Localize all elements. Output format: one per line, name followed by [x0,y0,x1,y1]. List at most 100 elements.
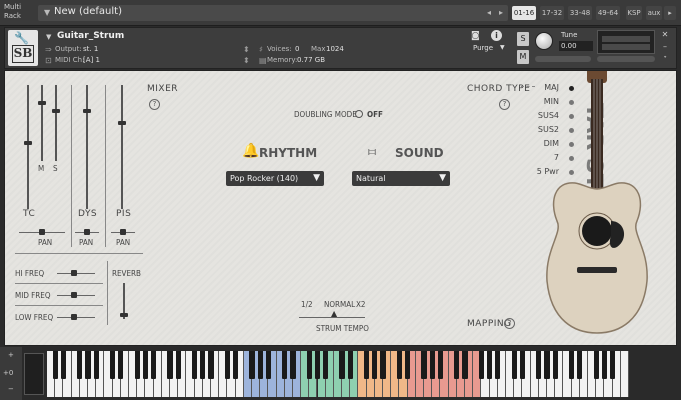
black-key[interactable] [577,351,583,379]
black-key[interactable] [495,351,501,379]
black-key[interactable] [249,351,255,379]
ksp-button[interactable]: KSP [626,6,642,20]
black-key[interactable] [478,351,485,379]
octave-down-button[interactable]: − [8,385,14,393]
tc-sub-fader-handle[interactable] [52,109,60,113]
volume-slider[interactable] [597,56,655,62]
max-value[interactable]: 1024 [326,45,344,53]
black-key[interactable] [142,351,148,379]
close-icon[interactable]: ✕ [659,30,671,40]
collapse-arrow-icon[interactable]: ▼ [46,33,51,41]
black-key[interactable] [609,351,616,379]
expand-icon[interactable]: ▸ [664,6,676,20]
black-key[interactable] [552,351,558,379]
black-key[interactable] [544,351,550,379]
mute-button[interactable]: M [517,50,529,64]
tc-fader-handle[interactable] [24,141,32,145]
sound-dropdown[interactable]: Natural ▼ [352,171,450,186]
black-key[interactable] [511,351,517,379]
instrument-logo[interactable]: 🔧 SB [8,30,38,66]
black-key[interactable] [224,351,230,379]
dys-pan-handle[interactable] [84,229,90,235]
doubling-mode-radio[interactable] [355,110,363,118]
black-key[interactable] [257,351,263,379]
chord-maj-dot[interactable] [569,86,574,91]
pis-pan-handle[interactable] [120,229,126,235]
black-key[interactable] [323,351,329,379]
mid-freq-handle[interactable] [71,292,77,298]
black-key[interactable] [347,351,353,379]
tune-knob[interactable] [535,32,553,50]
minimize-icon[interactable]: – [659,42,671,52]
aux-panel-icon[interactable]: ᐩ [659,54,671,64]
strum-tempo-handle[interactable]: ▲ [331,309,337,318]
tc-pan-handle[interactable] [39,229,45,235]
reverb-fader-handle[interactable] [120,313,128,317]
chord-5pwr-dot[interactable] [569,170,574,175]
info-icon[interactable]: i [491,30,502,41]
chord-dim-dot[interactable] [569,142,574,147]
black-key[interactable] [52,351,58,379]
chord-dim[interactable]: DIM [519,139,559,148]
page-tab-1[interactable]: 01-16 [512,6,536,20]
black-key[interactable] [290,351,296,379]
hi-freq-handle[interactable] [71,270,77,276]
black-key[interactable] [208,351,214,379]
black-key[interactable] [396,351,403,379]
black-key[interactable] [536,351,542,379]
chord-maj[interactable]: MAJ [519,83,559,92]
black-key[interactable] [593,351,599,379]
black-key[interactable] [462,351,468,379]
pitch-wheel[interactable] [24,353,44,395]
black-key[interactable] [421,351,427,379]
chord-sus2[interactable]: SUS2 [519,125,559,134]
midi-value[interactable]: [A] 1 [83,56,100,64]
black-key[interactable] [60,351,66,379]
black-key[interactable] [314,351,321,379]
black-key[interactable] [405,351,411,379]
aux-button[interactable]: aux [646,6,662,20]
black-key[interactable] [85,351,91,379]
camera-icon[interactable]: ◙ [471,31,480,41]
black-key[interactable] [175,351,181,379]
black-key[interactable] [134,351,140,379]
black-key[interactable] [429,351,435,379]
prev-preset-icon[interactable]: ◂ [484,5,494,21]
output-dropdown-icon[interactable]: ⬍ [243,45,250,54]
mixer-help-icon[interactable]: ? [149,99,160,110]
doubling-mode-value[interactable]: OFF [367,110,383,119]
black-key[interactable] [487,351,493,379]
multi-preset-dropdown[interactable]: ▼ New (default) [38,5,508,21]
wrench-icon[interactable]: 🔧 [14,31,29,45]
black-key[interactable] [372,351,378,379]
black-key[interactable] [364,351,370,379]
piano-keyboard[interactable] [47,351,629,397]
chord-min[interactable]: MIN [519,97,559,106]
dys-fader-track[interactable] [86,85,88,209]
tune-value[interactable]: 0.00 [559,41,593,51]
black-key[interactable] [109,351,116,379]
black-key[interactable] [568,351,575,379]
black-key[interactable] [93,351,99,379]
black-key[interactable] [191,351,198,379]
purge-dropdown[interactable]: Purge [473,44,493,52]
tc-mic-fader-handle[interactable] [38,101,46,105]
black-key[interactable] [437,351,444,379]
midi-dropdown-icon[interactable]: ⬍ [243,56,250,65]
chord-sus2-dot[interactable] [569,128,574,133]
chord-7[interactable]: 7 [519,153,559,162]
chord-type-help-icon[interactable]: ? [499,99,510,110]
dys-fader-handle[interactable] [83,109,91,113]
pis-fader-handle[interactable] [118,121,126,125]
chord-sus4[interactable]: SUS4 [519,111,559,120]
rhythm-dropdown[interactable]: Pop Rocker (140) ▼ [226,171,324,186]
chord-7-dot[interactable] [569,156,574,161]
black-key[interactable] [118,351,124,379]
chord-min-dot[interactable] [569,100,574,105]
octave-up-button[interactable]: + [8,351,14,359]
chord-5pwr[interactable]: 5 Pwr [519,167,559,176]
page-tab-2[interactable]: 17-32 [540,6,564,20]
black-key[interactable] [339,351,345,379]
black-key[interactable] [519,351,526,379]
next-preset-icon[interactable]: ▸ [496,5,506,21]
